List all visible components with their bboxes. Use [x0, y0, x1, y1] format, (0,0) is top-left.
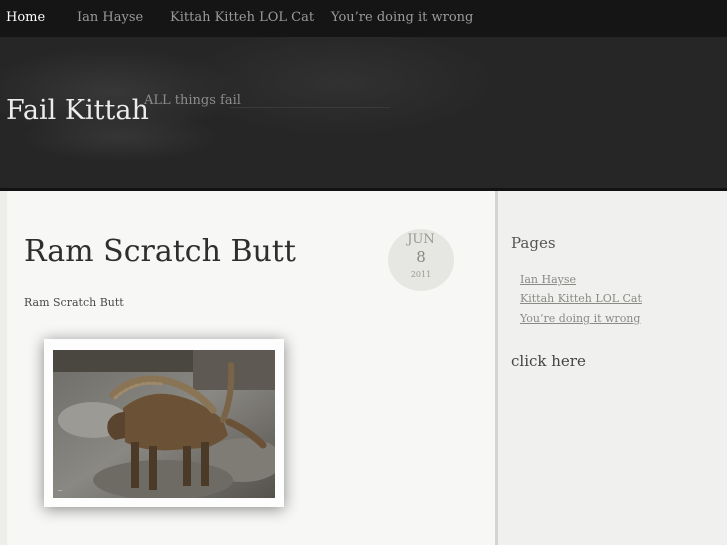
post-date-year: 2011: [410, 270, 432, 279]
post-date-day: 8: [416, 248, 426, 266]
content-area: Ram Scratch Butt JUN 8 2011 Ram Scratch …: [0, 191, 727, 545]
post-date-month: JUN: [407, 232, 435, 247]
post-title[interactable]: Ram Scratch Butt: [24, 234, 296, 269]
nav-item-ian-hayse[interactable]: Ian Hayse: [77, 10, 143, 25]
sidebar-page-kittah-kitteh[interactable]: Kittah Kitteh LOL Cat: [520, 292, 642, 305]
post-date-badge: JUN 8 2011: [388, 229, 454, 291]
top-navigation: Home Ian Hayse Kittah Kitteh LOL Cat You…: [0, 0, 727, 37]
nav-item-home[interactable]: Home: [6, 10, 45, 25]
site-header: Fail Kittah ALL things fail: [0, 37, 727, 188]
svg-text:~: ~: [57, 487, 63, 495]
sidebar-pages-title: Pages: [511, 234, 556, 252]
post-body-text: Ram Scratch Butt: [24, 296, 124, 309]
header-divider-decoration: [230, 107, 390, 108]
nav-item-kittah-kitteh[interactable]: Kittah Kitteh LOL Cat: [170, 10, 314, 25]
sidebar-page-ian-hayse[interactable]: Ian Hayse: [520, 273, 576, 286]
nav-item-doing-it-wrong[interactable]: You’re doing it wrong: [331, 10, 473, 25]
site-tagline: ALL things fail: [144, 93, 241, 108]
click-here-link[interactable]: click here: [511, 352, 586, 370]
post-image-frame: ~: [44, 339, 284, 507]
ibex-photo-icon: ~: [53, 350, 275, 498]
header-smudge-decoration: [180, 37, 500, 137]
sidebar-page-doing-it-wrong[interactable]: You’re doing it wrong: [520, 312, 640, 325]
site-title[interactable]: Fail Kittah: [6, 95, 149, 126]
